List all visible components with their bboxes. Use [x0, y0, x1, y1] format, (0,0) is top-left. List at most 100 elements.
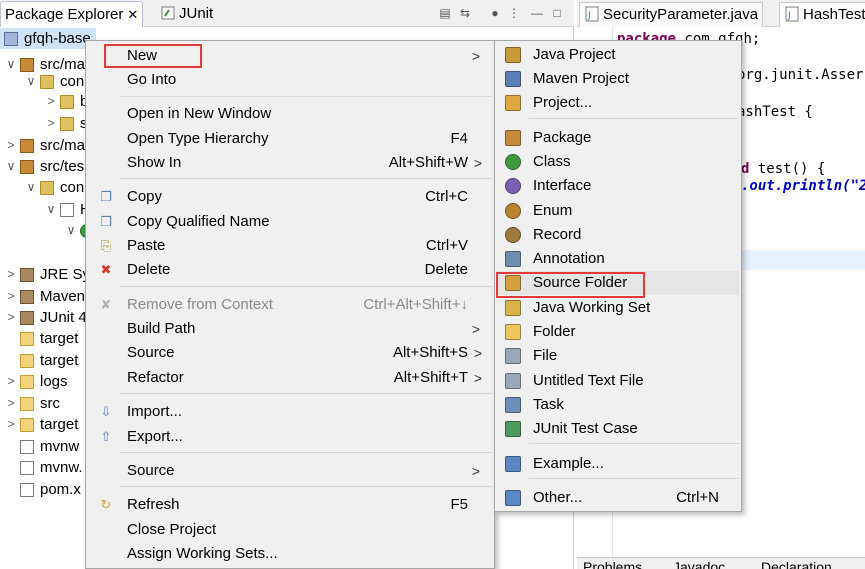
menu-item-assign-working-sets[interactable]: Assign Working Sets... [88, 542, 492, 566]
chevron-right-icon[interactable]: > [6, 286, 16, 307]
example-icon [505, 456, 521, 472]
tab-hashtest[interactable]: J HashTest [779, 2, 865, 27]
chevron-right-icon[interactable]: > [46, 91, 56, 112]
tree-item[interactable]: >b [0, 91, 88, 112]
tree-item[interactable]: > s [0, 113, 87, 134]
tree-item[interactable]: > logs [0, 371, 86, 392]
filter-icon[interactable]: ● [488, 6, 502, 20]
tree-item[interactable]: ∨ con [0, 71, 86, 92]
menu-item-go-into[interactable]: Go Into [88, 68, 492, 92]
maximize-icon[interactable]: □ [550, 6, 564, 20]
menu-item-open-type-hierarchy[interactable]: Open Type Hierarchy F4 [88, 127, 492, 151]
submenu-item-record[interactable]: Record [497, 223, 739, 247]
menu-item-shortcut: F4 [450, 130, 468, 147]
submenu-item-label: Enum [533, 202, 573, 219]
tree-item[interactable]: > src [0, 393, 86, 414]
submenu-item-label: Untitled Text File [533, 372, 644, 389]
menu-item-close-project[interactable]: Close Project [88, 518, 492, 542]
menu-item-import[interactable]: ⇩ Import... [88, 400, 492, 424]
chevron-right-icon[interactable]: > [6, 414, 16, 435]
paste-icon: ⎘ [100, 238, 112, 253]
menu-item-source[interactable]: Source Alt+Shift+S > [88, 341, 492, 365]
menu-item-show-in[interactable]: Show In Alt+Shift+W > [88, 151, 492, 175]
submenu-item-other[interactable]: Other... Ctrl+N [497, 486, 739, 510]
submenu-item-package[interactable]: Package [497, 126, 739, 150]
chevron-right-icon[interactable]: > [46, 113, 56, 134]
java-file-icon: J [584, 6, 600, 22]
menu-item-label: Delete [127, 261, 171, 278]
code-line[interactable]: org.junit.Asser [737, 63, 863, 87]
chevron-right-icon[interactable]: > [6, 371, 16, 392]
submenu-item-enum[interactable]: Enum [497, 199, 739, 223]
tab-package-explorer[interactable]: Package Explorer ✕ [0, 1, 144, 27]
submenu-item-untitled-text-file[interactable]: Untitled Text File [497, 369, 739, 393]
tab-security-parameter[interactable]: J SecurityParameter.java [579, 2, 764, 27]
submenu-item-class[interactable]: Class [497, 150, 739, 174]
chevron-right-icon[interactable]: > [6, 307, 16, 328]
tree-item[interactable]: pom.x [0, 479, 86, 500]
tree-item-label: src/ma [40, 137, 85, 154]
close-icon[interactable]: ✕ [127, 2, 138, 27]
tree-item[interactable]: mvnw. [0, 457, 86, 478]
tree-item[interactable]: > Maven [0, 286, 86, 307]
submenu-item-project[interactable]: Project... [497, 91, 739, 115]
view-menu-icon[interactable]: ⋮ [507, 6, 521, 20]
submenu-arrow-icon: > [471, 48, 480, 64]
submenu-item-folder[interactable]: Folder [497, 320, 739, 344]
minimize-icon[interactable]: — [530, 6, 544, 20]
submenu-item-task[interactable]: Task [497, 393, 739, 417]
submenu-item-maven-project[interactable]: Maven Project [497, 67, 739, 91]
link-editor-icon[interactable]: ⇆ [458, 6, 472, 20]
tree-item[interactable]: ∨H [0, 199, 91, 220]
tree-item[interactable]: > target [0, 414, 86, 435]
collapse-all-icon[interactable]: ▤ [438, 6, 452, 20]
tree-item[interactable]: > src/ma [0, 135, 86, 156]
tree-item[interactable]: target [0, 350, 86, 371]
code-line[interactable]: ashTest { [737, 100, 813, 124]
pkg-icon [60, 117, 74, 131]
menu-item-copy[interactable]: ❐ Copy Ctrl+C [88, 185, 492, 209]
menu-item-label: Refresh [127, 496, 180, 513]
submenu-item-example[interactable]: Example... [497, 452, 739, 476]
tree-item[interactable]: ∨ [0, 220, 94, 241]
tree-item-project[interactable]: gfqh-base [0, 28, 96, 49]
tree-item[interactable]: target [0, 328, 86, 349]
menu-item-source[interactable]: Source > [88, 459, 492, 483]
chevron-right-icon[interactable]: > [6, 393, 16, 414]
menu-item-open-in-new-window[interactable]: Open in New Window [88, 102, 492, 126]
menu-item-refresh[interactable]: ↻ Refresh F5 [88, 493, 492, 517]
tree-item[interactable]: > JUnit 4 [0, 307, 86, 328]
tree-item[interactable]: ∨ con [0, 177, 86, 198]
chevron-down-icon[interactable]: ∨ [66, 220, 76, 241]
folder-icon [20, 418, 34, 432]
chevron-down-icon[interactable]: ∨ [26, 71, 36, 92]
tab-junit[interactable]: JUnit [156, 1, 217, 27]
menu-item-build-path[interactable]: Build Path > [88, 317, 492, 341]
menu-item-paste[interactable]: ⎘ Paste Ctrl+V [88, 234, 492, 258]
tree-item[interactable]: mvnw [0, 436, 86, 457]
code-line[interactable]: .out.println("2 [741, 174, 865, 198]
chevron-down-icon[interactable]: ∨ [6, 156, 16, 177]
chevron-right-icon[interactable]: > [6, 264, 16, 285]
submenu-item-interface[interactable]: Interface [497, 174, 739, 198]
menu-item-copy-qualified-name[interactable]: ❐ Copy Qualified Name [88, 210, 492, 234]
tab-declaration[interactable]: Declaration [761, 559, 832, 569]
submenu-item-annotation[interactable]: Annotation [497, 247, 739, 271]
submenu-item-junit-test-case[interactable]: JUnit Test Case [497, 417, 739, 441]
submenu-item-java-working-set[interactable]: Java Working Set [497, 296, 739, 320]
submenu-item-java-project[interactable]: Java Project [497, 43, 739, 67]
menu-item-export[interactable]: ⇧ Export... [88, 425, 492, 449]
menu-item-refactor[interactable]: Refactor Alt+Shift+T > [88, 366, 492, 390]
menu-item-delete[interactable]: ✖ Delete Delete [88, 258, 492, 282]
chevron-down-icon[interactable]: ∨ [46, 199, 56, 220]
submenu-item-label: Package [533, 129, 592, 146]
chevron-right-icon[interactable]: > [6, 135, 16, 156]
submenu-item-file[interactable]: File [497, 344, 739, 368]
chevron-down-icon[interactable]: ∨ [26, 177, 36, 198]
pkg-src-icon [20, 58, 34, 72]
tree-item[interactable]: ∨ src/tes [0, 156, 86, 177]
tree-item[interactable]: > JRE Sy [0, 264, 90, 285]
tab-javadoc[interactable]: Javadoc [673, 559, 725, 569]
tab-problems[interactable]: Problems [583, 559, 642, 569]
copy-qualified-icon: ❐ [100, 214, 112, 229]
